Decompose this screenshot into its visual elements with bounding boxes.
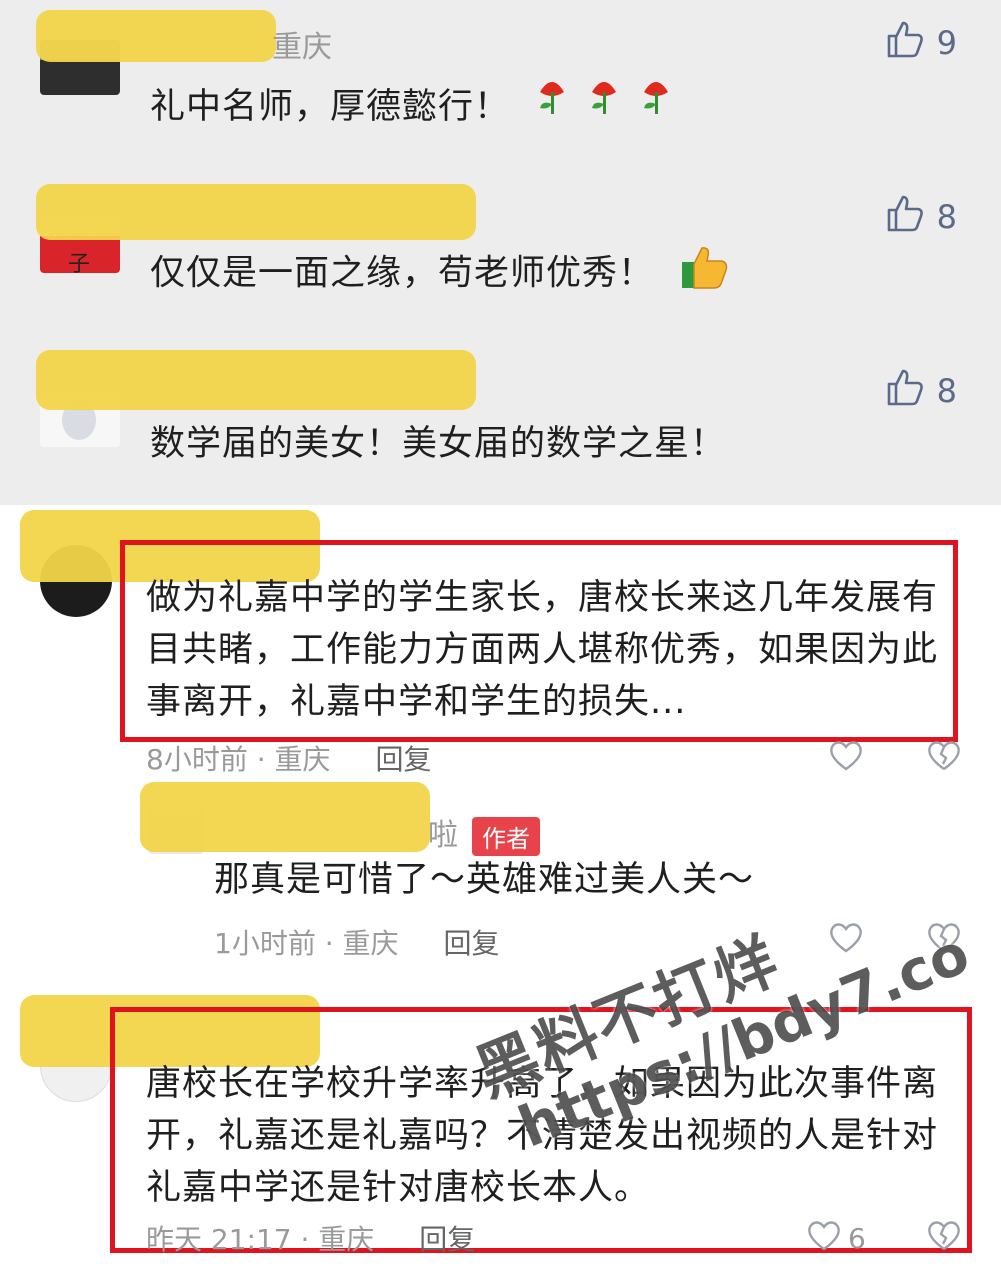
comment-text: 礼中名师，厚德懿行！ bbox=[150, 70, 682, 133]
rose-icon bbox=[532, 70, 682, 133]
comment-location: 重庆 bbox=[272, 30, 332, 65]
like-count: 9 bbox=[936, 24, 957, 62]
dislike-icon[interactable] bbox=[926, 738, 962, 772]
comment-meta: 1小时前 · 重庆 回复 bbox=[214, 927, 500, 960]
featured-comments-section: 重庆 礼中名师，厚德懿行！ 9 子 仅仅是一面之缘，苟老师优秀！ 8 数学届的美… bbox=[0, 0, 1001, 505]
like-count: 6 bbox=[848, 1222, 866, 1255]
comment-text: 做为礼嘉中学的学生家长，唐校长来这几年发展有 目共睹，工作能力方面两人堪称优秀，… bbox=[146, 578, 939, 722]
author-badge: 作者 bbox=[472, 817, 540, 856]
like-button[interactable]: 8 bbox=[885, 368, 957, 414]
reply-text: 那真是可惜了～英雄难过美人关～ bbox=[214, 860, 755, 900]
username-redaction bbox=[140, 782, 430, 852]
reply-button[interactable]: 回复 bbox=[375, 743, 431, 776]
thumbs-up-icon bbox=[885, 194, 925, 240]
reply-button[interactable]: 回复 bbox=[443, 927, 499, 960]
heart-icon[interactable] bbox=[828, 738, 864, 772]
like-button[interactable]: 8 bbox=[885, 194, 957, 240]
comment-meta: 8小时前 · 重庆 回复 bbox=[146, 743, 432, 776]
comment-meta: 昨天 21:17 · 重庆 回复 bbox=[146, 1223, 476, 1256]
username-redaction bbox=[36, 10, 276, 62]
thumbs-up-emoji-icon bbox=[680, 244, 730, 305]
comment-text: 仅仅是一面之缘，苟老师优秀！ bbox=[150, 244, 730, 305]
thumbs-up-icon bbox=[885, 20, 925, 66]
comment-text: 数学届的美女！美女届的数学之星！ bbox=[150, 424, 727, 464]
like-button[interactable]: 6 bbox=[806, 1218, 866, 1259]
like-count: 8 bbox=[936, 198, 957, 236]
username-redaction bbox=[36, 350, 476, 410]
heart-icon bbox=[806, 1218, 842, 1259]
reply-header: 啦作者 bbox=[428, 810, 540, 856]
thumbs-up-icon bbox=[885, 368, 925, 414]
username-redaction bbox=[36, 184, 476, 240]
like-count: 8 bbox=[936, 372, 957, 410]
dislike-icon[interactable] bbox=[926, 1218, 962, 1252]
like-button[interactable]: 9 bbox=[885, 20, 957, 66]
reply-button[interactable]: 回复 bbox=[419, 1223, 475, 1256]
